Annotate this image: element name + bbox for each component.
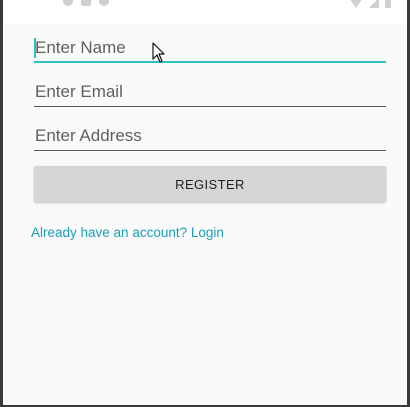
status-bar	[3, 0, 407, 24]
mouse-pointer-icon	[152, 42, 165, 63]
login-link[interactable]: Already have an account? Login	[31, 225, 224, 240]
wifi-icon	[349, 0, 363, 8]
sync-icon	[99, 0, 109, 6]
app-screen: REGISTER Already have an account? Login	[0, 0, 410, 407]
address-field[interactable]	[34, 123, 386, 151]
battery-icon	[385, 0, 391, 8]
email-input[interactable]	[34, 79, 386, 107]
address-field-underline	[34, 150, 386, 151]
settings-icon	[81, 0, 91, 6]
signal-icon	[369, 0, 379, 8]
status-icons-left	[63, 0, 109, 6]
name-field-underline	[34, 61, 386, 63]
status-icons-right	[349, 0, 391, 8]
notification-icon	[63, 0, 73, 6]
email-field-underline	[34, 106, 386, 107]
address-input[interactable]	[34, 123, 386, 151]
email-field[interactable]	[34, 79, 386, 107]
name-field[interactable]	[34, 35, 386, 63]
text-cursor	[34, 38, 36, 58]
register-button[interactable]: REGISTER	[34, 166, 386, 202]
name-input[interactable]	[34, 35, 386, 63]
